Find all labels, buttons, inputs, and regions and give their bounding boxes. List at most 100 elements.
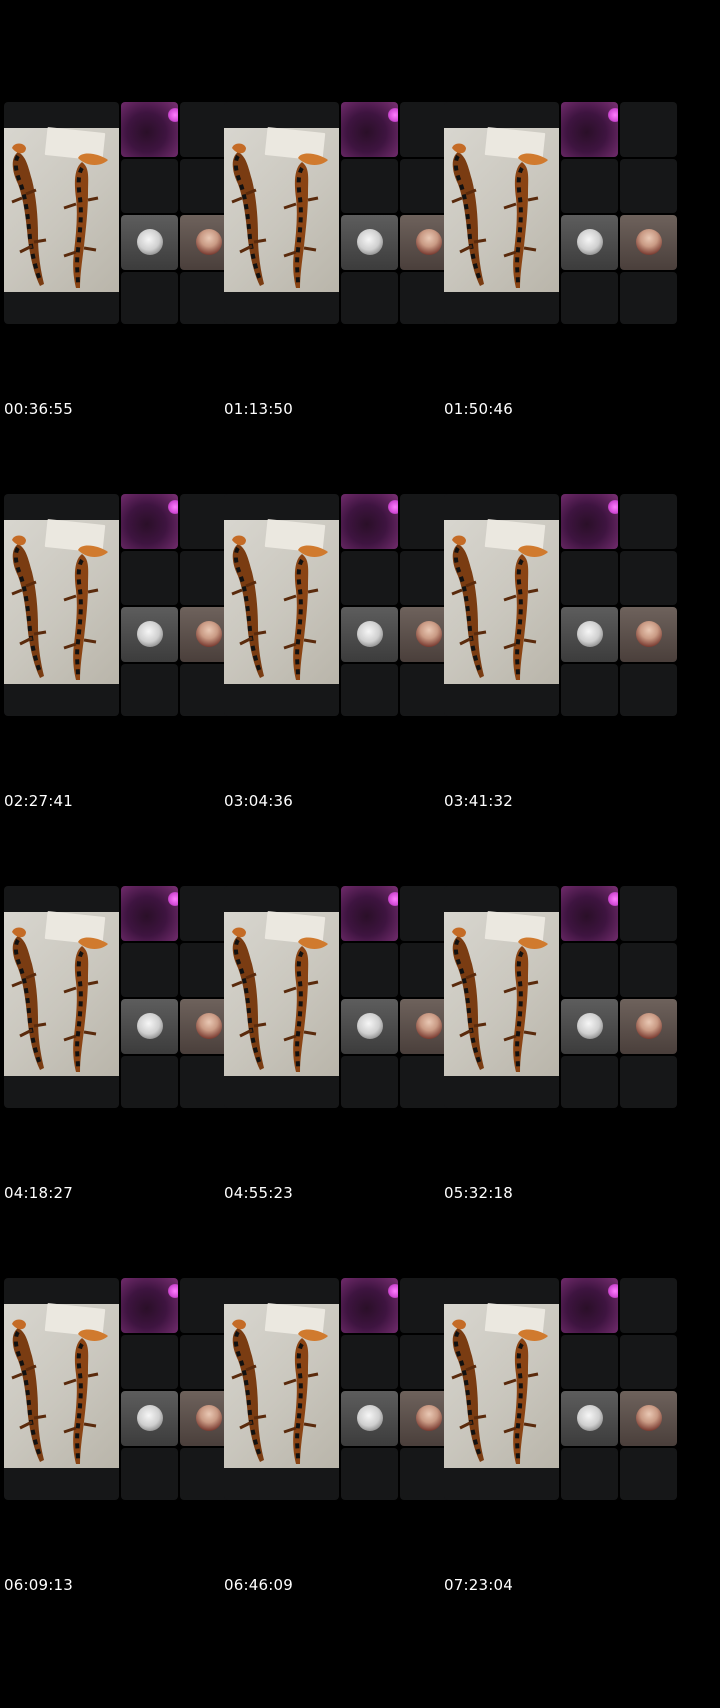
participant-tile-purple-glow[interactable] <box>561 1278 618 1333</box>
participant-tile-coin[interactable] <box>341 999 398 1054</box>
participant-tile-purple-glow[interactable] <box>121 886 178 941</box>
person-avatar-icon <box>636 1013 662 1039</box>
main-video-tile[interactable] <box>444 886 559 1108</box>
participant-tile-purple-glow[interactable] <box>341 886 398 941</box>
lizards-image <box>11 927 108 1072</box>
participant-tile-empty[interactable] <box>561 1056 618 1108</box>
participant-tile-coin[interactable] <box>341 607 398 662</box>
participant-tile-coin[interactable] <box>121 999 178 1054</box>
participant-tile-empty[interactable] <box>620 1448 677 1500</box>
participant-tile-empty[interactable] <box>341 551 398 605</box>
main-video-tile[interactable] <box>224 1278 339 1500</box>
person-avatar-icon <box>636 621 662 647</box>
participant-tile-coin[interactable] <box>561 215 618 270</box>
main-video-tile[interactable] <box>224 886 339 1108</box>
coin-avatar-icon <box>577 1013 603 1039</box>
video-frame: 01:13:50 <box>220 0 460 427</box>
participant-tile-empty[interactable] <box>620 1056 677 1108</box>
lizards-image <box>231 143 328 288</box>
participant-tile-empty[interactable] <box>561 1335 618 1389</box>
participant-tile-empty[interactable] <box>620 102 677 157</box>
main-video-tile[interactable] <box>444 494 559 716</box>
participant-tile-purple-glow[interactable] <box>341 102 398 157</box>
person-avatar-icon <box>636 1405 662 1431</box>
participant-tile-empty[interactable] <box>121 272 178 324</box>
participant-tile-purple-glow[interactable] <box>341 1278 398 1333</box>
participant-tile-empty[interactable] <box>620 1278 677 1333</box>
main-video-tile[interactable] <box>224 102 339 324</box>
participant-tile-coin[interactable] <box>561 999 618 1054</box>
participant-tile-empty[interactable] <box>121 551 178 605</box>
participant-tile-coin[interactable] <box>561 1391 618 1446</box>
main-video-tile[interactable] <box>4 1278 119 1500</box>
main-video-tile[interactable] <box>444 102 559 324</box>
participant-tile-empty[interactable] <box>561 159 618 213</box>
participant-tile-coin[interactable] <box>561 607 618 662</box>
main-video-tile[interactable] <box>4 494 119 716</box>
participant-tile-empty[interactable] <box>561 551 618 605</box>
call-layout-thumbnail <box>444 494 677 716</box>
person-avatar-icon <box>416 229 442 255</box>
call-layout-thumbnail <box>4 886 237 1108</box>
participant-tile-empty[interactable] <box>341 1056 398 1108</box>
participant-tile-empty[interactable] <box>561 664 618 716</box>
participant-tile-empty[interactable] <box>620 1335 677 1389</box>
frame-timestamp: 07:23:04 <box>444 1576 513 1594</box>
main-video-tile[interactable] <box>224 494 339 716</box>
participant-tile-empty[interactable] <box>341 664 398 716</box>
person-avatar-icon <box>416 1405 442 1431</box>
lizards-image <box>451 927 548 1072</box>
person-avatar-icon <box>196 229 222 255</box>
main-video-feed <box>4 911 119 1076</box>
coin-avatar-icon <box>357 229 383 255</box>
participant-tile-empty[interactable] <box>620 943 677 997</box>
participant-tile-empty[interactable] <box>341 943 398 997</box>
participant-tile-empty[interactable] <box>620 664 677 716</box>
video-frame: 04:18:27 <box>0 784 240 1211</box>
participant-tile-purple-glow[interactable] <box>561 494 618 549</box>
participant-tile-coin[interactable] <box>121 1391 178 1446</box>
participant-tile-empty[interactable] <box>121 664 178 716</box>
participant-tile-empty[interactable] <box>561 272 618 324</box>
participant-tile-coin[interactable] <box>341 1391 398 1446</box>
participant-tile-empty[interactable] <box>561 943 618 997</box>
main-video-tile[interactable] <box>4 886 119 1108</box>
participant-tile-empty[interactable] <box>121 1056 178 1108</box>
participant-tile-person[interactable] <box>620 607 677 662</box>
participant-tile-empty[interactable] <box>121 1335 178 1389</box>
participant-tile-person[interactable] <box>620 215 677 270</box>
participant-tile-empty[interactable] <box>561 1448 618 1500</box>
participant-tile-empty[interactable] <box>620 551 677 605</box>
coin-avatar-icon <box>137 1405 163 1431</box>
participant-tile-purple-glow[interactable] <box>121 1278 178 1333</box>
participant-tile-empty[interactable] <box>341 1448 398 1500</box>
participant-tile-empty[interactable] <box>620 886 677 941</box>
video-frame-grid: 00:36:55 01:13:50 01:50:46 02:27:41 03:0… <box>0 0 720 1708</box>
participant-tile-coin[interactable] <box>121 607 178 662</box>
participant-tile-purple-glow[interactable] <box>341 494 398 549</box>
coin-avatar-icon <box>137 1013 163 1039</box>
participant-tile-empty[interactable] <box>121 943 178 997</box>
participant-tile-purple-glow[interactable] <box>121 494 178 549</box>
participant-tile-empty[interactable] <box>341 272 398 324</box>
participant-tile-empty[interactable] <box>121 159 178 213</box>
participant-tile-coin[interactable] <box>121 215 178 270</box>
participant-tile-purple-glow[interactable] <box>561 102 618 157</box>
participant-tile-empty[interactable] <box>341 159 398 213</box>
participant-tile-purple-glow[interactable] <box>121 102 178 157</box>
participant-tile-purple-glow[interactable] <box>561 886 618 941</box>
participant-tile-person[interactable] <box>620 1391 677 1446</box>
main-video-feed <box>224 519 339 684</box>
main-video-tile[interactable] <box>444 1278 559 1500</box>
participant-tile-empty[interactable] <box>620 272 677 324</box>
main-video-tile[interactable] <box>4 102 119 324</box>
participant-tile-coin[interactable] <box>341 215 398 270</box>
main-video-feed <box>444 127 559 292</box>
participant-tile-empty[interactable] <box>341 1335 398 1389</box>
participant-tile-empty[interactable] <box>620 494 677 549</box>
participant-tile-person[interactable] <box>620 999 677 1054</box>
main-video-feed <box>4 127 119 292</box>
participant-tile-empty[interactable] <box>121 1448 178 1500</box>
main-video-feed <box>444 519 559 684</box>
participant-tile-empty[interactable] <box>620 159 677 213</box>
